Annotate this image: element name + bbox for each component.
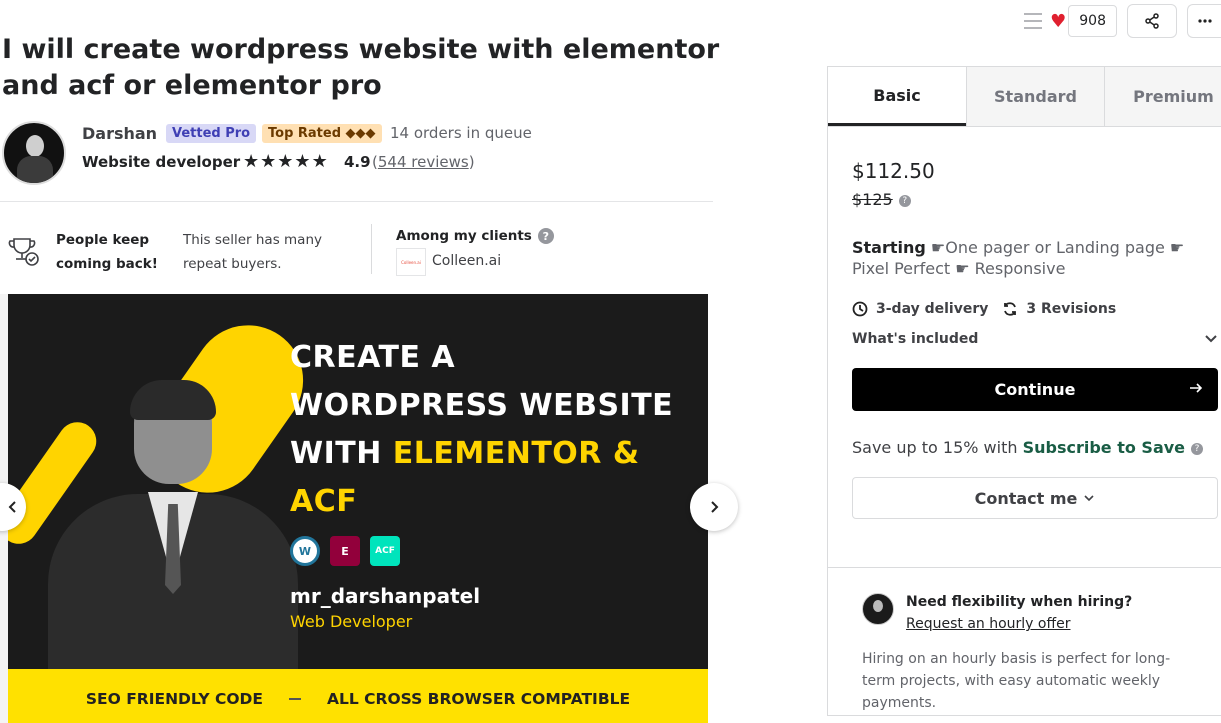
old-price-value: $125 — [852, 190, 893, 209]
original-price: $125? — [852, 190, 911, 209]
whats-included-toggle[interactable]: What's included — [852, 331, 1218, 347]
star-rating: ★ ★ ★ ★ ★ — [243, 151, 328, 172]
package-description: Starting ☛One pager or Landing page ☛Pix… — [852, 237, 1212, 279]
star-icon: ★ — [243, 151, 260, 172]
chevron-down-icon — [1084, 495, 1094, 502]
star-icon: ★ — [311, 151, 328, 172]
clock-icon — [852, 301, 868, 317]
divider — [0, 201, 713, 202]
desc-title: Starting — [852, 238, 926, 257]
refresh-icon — [1004, 302, 1017, 316]
share-button[interactable] — [1127, 4, 1177, 38]
gallery-headline: CREATE A WORDPRESS WEBSITE WITH ELEMENTO… — [290, 334, 673, 526]
subscribe-to-save-link[interactable]: Subscribe to Save — [1023, 438, 1185, 457]
gig-gallery-image[interactable]: CREATE A WORDPRESS WEBSITE WITH ELEMENTO… — [8, 294, 708, 723]
hourly-description: Hiring on an hourly basis is perfect for… — [862, 651, 1171, 711]
tab-basic[interactable]: Basic — [828, 67, 966, 126]
banner-text: ALL CROSS BROWSER COMPATIBLE — [327, 690, 631, 708]
continue-button[interactable]: Continue — [852, 368, 1218, 411]
seller-photo — [48, 380, 298, 694]
continue-label: Continue — [994, 380, 1076, 399]
banner-text: SEO FRIENDLY CODE — [85, 690, 264, 708]
trophy-icon — [8, 238, 39, 266]
delivery-info: 3-day delivery — [852, 301, 988, 317]
headline-line: CREATE A — [290, 340, 456, 375]
heart-icon[interactable]: ♥ — [1050, 11, 1066, 32]
contact-me-button[interactable]: Contact me — [852, 477, 1218, 519]
headline-highlight: ELEMENTOR & — [392, 436, 640, 471]
seller-avatar[interactable] — [2, 121, 66, 185]
star-icon: ★ — [294, 151, 311, 172]
top-rated-badge: Top Rated ◆◆◆ — [262, 124, 382, 143]
more-options-button[interactable] — [1187, 4, 1221, 38]
orders-in-queue: 14 orders in queue — [390, 124, 532, 142]
package-meta: 3-day delivery 3 Revisions — [852, 301, 1116, 317]
delivery-text: 3-day delivery — [876, 301, 989, 317]
tab-premium[interactable]: Premium — [1104, 67, 1221, 126]
hourly-offer-section: Need flexibility when hiring? Request an… — [828, 567, 1221, 717]
reviews-close-paren: ) — [468, 153, 475, 171]
seller-title: Website developer — [82, 153, 241, 171]
hourly-title: Need flexibility when hiring? — [906, 594, 1133, 610]
save-prefix: Save up to 15% with — [852, 438, 1023, 457]
help-icon[interactable]: ? — [537, 228, 554, 244]
star-icon: ★ — [260, 151, 277, 172]
revisions-info: 3 Revisions — [1002, 301, 1116, 317]
seller-avatar-small — [862, 593, 894, 625]
client-name: Colleen.ai — [432, 253, 502, 269]
chevron-down-icon — [1205, 335, 1217, 343]
arrow-right-icon — [1190, 383, 1203, 393]
tech-icons: W E ACF — [290, 536, 400, 566]
package-tabs: Basic Standard Premium — [828, 67, 1221, 127]
whats-included-label: What's included — [852, 331, 979, 347]
more-icon — [1197, 19, 1212, 23]
clients-label-text: Among my clients — [396, 228, 532, 244]
headline-line: WITH — [290, 436, 393, 471]
like-count: 908 — [1068, 5, 1117, 37]
gallery-next-button[interactable] — [690, 483, 738, 531]
revisions-text: 3 Revisions — [1026, 301, 1117, 317]
rating-value: 4.9 — [344, 153, 371, 171]
wordpress-icon: W — [290, 536, 320, 566]
divider — [371, 224, 372, 274]
repeat-buyers-text: This seller has many repeat buyers. — [183, 232, 322, 272]
package-price: $112.50 — [852, 159, 935, 183]
gallery-handle: mr_darshanpatel — [290, 584, 481, 608]
reviews-link[interactable]: 544 reviews — [378, 153, 469, 171]
request-hourly-offer-link[interactable]: Request an hourly offer — [906, 616, 1071, 632]
package-panel: Basic Standard Premium $112.50 $125? Sta… — [827, 66, 1221, 716]
star-icon: ★ — [277, 151, 294, 172]
contact-label: Contact me — [974, 488, 1078, 508]
seller-name[interactable]: Darshan — [82, 124, 157, 143]
reviews-count: (544 reviews) — [372, 153, 475, 171]
help-icon[interactable]: ? — [1191, 442, 1204, 455]
gig-page: ♥ 908 I will create wordpress website wi… — [0, 0, 1221, 723]
chevron-right-icon — [711, 501, 719, 513]
vetted-pro-badge: Vetted Pro — [166, 124, 257, 143]
client-logo: Colleen.ai — [396, 248, 426, 276]
banner-dash — [289, 698, 302, 700]
gallery-banner: SEO FRIENDLY CODE ALL CROSS BROWSER COMP… — [8, 669, 708, 723]
gallery-role: Web Developer — [290, 612, 413, 631]
share-icon — [1145, 13, 1159, 29]
help-icon[interactable]: ? — [898, 194, 911, 207]
acf-icon: ACF — [370, 536, 400, 566]
subscribe-save-text: Save up to 15% with Subscribe to Save? — [852, 438, 1204, 457]
gig-actions: ♥ 908 — [1024, 4, 1221, 38]
clients-label: Among my clients? — [396, 228, 554, 244]
elementor-icon: E — [330, 536, 360, 566]
collections-menu-icon[interactable] — [1024, 13, 1043, 29]
people-keep-coming-back-label: People keep coming back! — [56, 232, 158, 272]
chevron-left-icon — [8, 501, 16, 513]
headline-highlight: ACF — [290, 484, 358, 519]
gig-title: I will create wordpress website with ele… — [2, 34, 720, 101]
headline-line: WORDPRESS WEBSITE — [290, 388, 674, 423]
tab-standard[interactable]: Standard — [966, 67, 1104, 126]
